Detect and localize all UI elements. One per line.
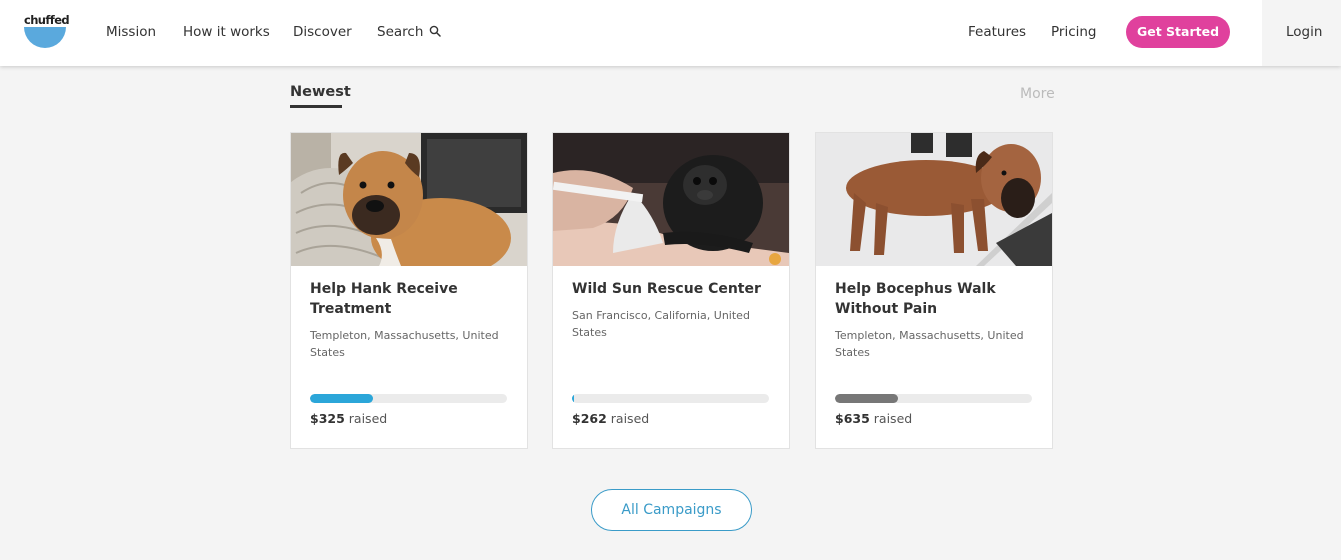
- more-link[interactable]: More: [1020, 86, 1055, 102]
- progress-bar: [310, 394, 507, 403]
- raised-amount: $262 raised: [572, 411, 649, 426]
- progress-bar: [835, 394, 1032, 403]
- progress-bar: [572, 394, 769, 403]
- nav-features[interactable]: Features: [968, 24, 1026, 40]
- top-navigation: chuffed Mission How it works Discover Se…: [0, 0, 1341, 66]
- raised-amount: $635 raised: [835, 411, 912, 426]
- raised-label: raised: [348, 411, 388, 426]
- progress-fill: [572, 394, 574, 403]
- search-icon[interactable]: [429, 25, 441, 37]
- raised-label: raised: [873, 411, 913, 426]
- section-title-underline: [290, 105, 342, 108]
- campaign-location: Templeton, Massachusetts, United States: [835, 329, 1024, 359]
- campaign-card[interactable]: Help Bocephus Walk Without Pain Templeto…: [815, 132, 1053, 449]
- section-title: Newest: [290, 84, 351, 100]
- dog-photo: [816, 133, 1052, 266]
- campaign-card[interactable]: Help Hank Receive Treatment Templeton, M…: [290, 132, 528, 449]
- monkey-photo: [553, 133, 789, 266]
- nav-discover[interactable]: Discover: [293, 24, 352, 40]
- raised-value: $635: [835, 411, 870, 426]
- nav-mission[interactable]: Mission: [106, 24, 156, 40]
- raised-value: $262: [572, 411, 607, 426]
- nav-how-it-works[interactable]: How it works: [183, 24, 270, 40]
- campaign-location: Templeton, Massachusetts, United States: [310, 329, 499, 359]
- logo-text: chuffed: [24, 13, 70, 27]
- progress-fill: [835, 394, 899, 403]
- campaign-title[interactable]: Wild Sun Rescue Center: [572, 279, 772, 299]
- logo-bowl-icon: [24, 27, 66, 48]
- progress-fill: [310, 394, 374, 403]
- campaign-card[interactable]: Wild Sun Rescue Center San Francisco, Ca…: [552, 132, 790, 449]
- campaign-location: San Francisco, California, United States: [572, 309, 750, 339]
- raised-label: raised: [610, 411, 650, 426]
- nav-pricing[interactable]: Pricing: [1051, 24, 1097, 40]
- dog-photo: [291, 133, 527, 266]
- campaign-title[interactable]: Help Bocephus Walk Without Pain: [835, 279, 1035, 319]
- nav-search[interactable]: Search: [377, 24, 423, 40]
- campaign-title[interactable]: Help Hank Receive Treatment: [310, 279, 510, 319]
- chuffed-logo[interactable]: chuffed: [23, 13, 70, 51]
- get-started-button[interactable]: Get Started: [1126, 16, 1230, 48]
- raised-value: $325: [310, 411, 345, 426]
- login-link[interactable]: Login: [1286, 24, 1322, 40]
- all-campaigns-button[interactable]: All Campaigns: [591, 489, 752, 531]
- raised-amount: $325 raised: [310, 411, 387, 426]
